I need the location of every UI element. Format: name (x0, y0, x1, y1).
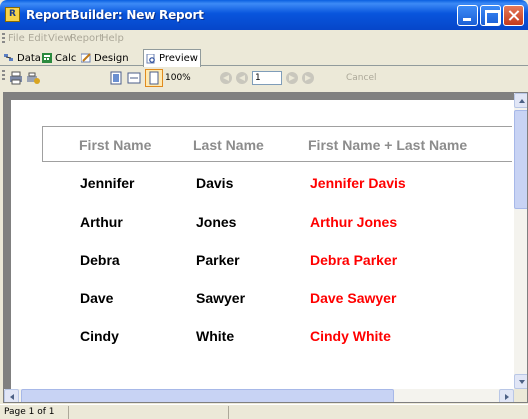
status-bar: Page 1 of 1 (0, 404, 528, 419)
cell-full-name: Dave Sawyer (310, 290, 397, 306)
cell-first-name: Cindy (80, 328, 119, 344)
last-page-icon[interactable] (302, 72, 314, 84)
window-title: ReportBuilder: New Report (26, 8, 204, 22)
data-icon (4, 53, 14, 63)
print-icon[interactable] (9, 71, 23, 85)
whole-page-icon[interactable] (109, 71, 123, 85)
app-icon: R (5, 7, 20, 22)
menu-report[interactable]: Report (70, 33, 103, 44)
header-last-name: Last Name (193, 137, 264, 153)
vertical-scroll-thumb[interactable] (514, 110, 527, 209)
cell-last-name: Jones (196, 214, 237, 230)
zoom-100-icon[interactable] (145, 69, 163, 87)
scroll-left-icon[interactable] (4, 389, 19, 402)
title-bar: R ReportBuilder: New Report (0, 0, 528, 30)
preview-area: First Name Last Name First Name + Last N… (3, 92, 528, 403)
horizontal-scrollbar[interactable] (4, 389, 514, 402)
tab-data-label: Data (17, 52, 41, 64)
cancel-button[interactable]: Cancel (346, 73, 377, 83)
menu-bar: File Edit View Report Help (0, 30, 528, 48)
preview-icon (146, 53, 156, 64)
cell-full-name: Arthur Jones (310, 214, 398, 230)
cell-first-name: Debra (80, 252, 120, 268)
menu-file[interactable]: File (8, 33, 25, 44)
next-page-icon[interactable] (286, 72, 298, 84)
cell-full-name: Cindy White (310, 328, 391, 344)
page-status: Page 1 of 1 (4, 407, 55, 417)
menu-help[interactable]: Help (101, 33, 124, 44)
tab-data[interactable]: Data (2, 50, 43, 66)
tab-calc-label: Calc (55, 52, 77, 64)
scroll-right-icon[interactable] (499, 389, 514, 402)
cell-first-name: Arthur (80, 214, 123, 230)
tab-preview-label: Preview (159, 53, 198, 64)
view-tabs: Data Calc Design Preview (0, 48, 528, 67)
page-margin-left (4, 93, 11, 389)
vertical-scrollbar[interactable] (514, 93, 527, 389)
page-margin-top (4, 93, 514, 100)
calc-icon (42, 53, 52, 63)
horizontal-scroll-thumb[interactable] (21, 389, 394, 402)
status-divider (228, 406, 229, 419)
tab-preview[interactable]: Preview (143, 49, 201, 67)
scroll-down-icon[interactable] (514, 374, 527, 389)
page-number-input[interactable]: 1 (252, 71, 282, 85)
page-width-icon[interactable] (127, 71, 141, 85)
prior-page-icon[interactable] (236, 72, 248, 84)
tab-design[interactable]: Design (79, 50, 131, 66)
cell-last-name: Parker (196, 252, 240, 268)
tab-design-label: Design (94, 52, 129, 64)
cell-first-name: Jennifer (80, 175, 135, 191)
menu-edit[interactable]: Edit (28, 33, 47, 44)
zoom-level[interactable]: 100% (165, 73, 191, 83)
close-button[interactable] (503, 5, 524, 26)
scroll-corner (514, 389, 527, 402)
design-icon (80, 53, 91, 63)
report-page: First Name Last Name First Name + Last N… (4, 93, 514, 389)
menu-view[interactable]: View (48, 33, 72, 44)
first-page-icon[interactable] (220, 72, 232, 84)
header-first-name: First Name (79, 137, 152, 153)
cell-last-name: Sawyer (196, 290, 246, 306)
scroll-up-icon[interactable] (514, 93, 527, 108)
tab-calc[interactable]: Calc (40, 50, 78, 66)
header-full-name: First Name + Last Name (308, 137, 468, 153)
minimize-button[interactable] (457, 5, 478, 26)
toolbar-grip (2, 70, 5, 82)
cell-first-name: Dave (80, 290, 114, 306)
preview-toolbar: 100% 1 Cancel (0, 67, 528, 89)
menu-grip (2, 33, 5, 45)
cell-last-name: Davis (196, 175, 234, 191)
cell-last-name: White (196, 328, 235, 344)
status-divider (68, 406, 69, 419)
cell-full-name: Debra Parker (310, 252, 398, 268)
cell-full-name: Jennifer Davis (310, 175, 406, 191)
maximize-button[interactable] (480, 5, 501, 26)
print-setup-icon[interactable] (26, 71, 40, 85)
